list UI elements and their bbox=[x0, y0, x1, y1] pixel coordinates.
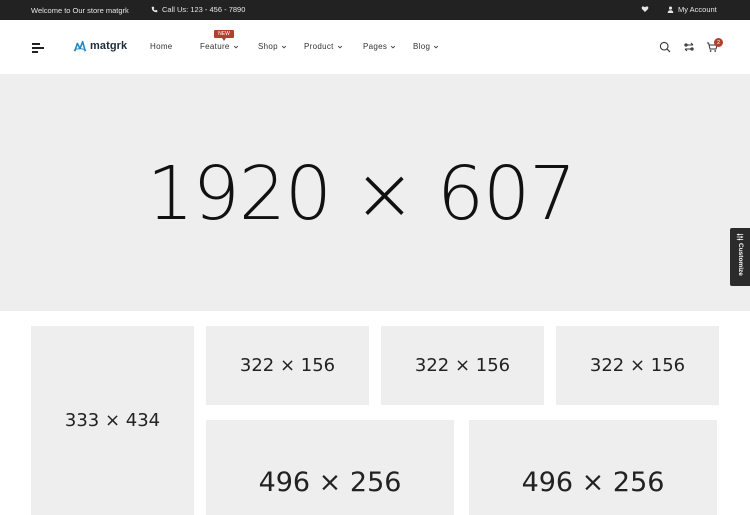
logo-icon bbox=[73, 40, 87, 52]
chevron-down-icon bbox=[281, 45, 286, 48]
new-badge: NEW bbox=[214, 30, 234, 41]
search-icon[interactable] bbox=[659, 41, 671, 53]
nav-product[interactable]: Product bbox=[304, 42, 343, 51]
welcome-text: Welcome to Our store matgrk bbox=[31, 6, 129, 15]
nav-home[interactable]: Home bbox=[150, 42, 173, 51]
nav-feature[interactable]: Feature bbox=[200, 42, 239, 51]
nav-pages-label: Pages bbox=[363, 42, 388, 51]
main-header: matgrk Home Feature Shop Product Pages B… bbox=[0, 20, 750, 74]
hero-banner[interactable]: 1920 × 607 bbox=[0, 74, 750, 311]
sliders-icon bbox=[736, 233, 744, 241]
customize-label: Customize bbox=[737, 243, 744, 276]
compare-icon[interactable] bbox=[683, 41, 695, 53]
banner-small-2[interactable]: 322 × 156 bbox=[381, 326, 544, 405]
banner-placeholder-text: 333 × 434 bbox=[64, 410, 161, 431]
my-account-link[interactable]: My Account bbox=[667, 5, 717, 14]
banner-small-3[interactable]: 322 × 156 bbox=[556, 326, 719, 405]
banner-placeholder-text: 322 × 156 bbox=[414, 355, 511, 376]
logo-text: matgrk bbox=[90, 40, 128, 52]
hero-placeholder-text: 1920 × 607 bbox=[146, 150, 577, 237]
banner-placeholder-text: 496 × 256 bbox=[258, 467, 402, 498]
banner-placeholder-text: 322 × 156 bbox=[589, 355, 686, 376]
banner-wide-1[interactable]: 496 × 256 bbox=[206, 420, 454, 515]
banner-small-1[interactable]: 322 × 156 bbox=[206, 326, 369, 405]
banner-large[interactable]: 333 × 434 bbox=[31, 326, 194, 515]
nav-feature-label: Feature bbox=[200, 42, 230, 51]
phone-icon bbox=[151, 6, 158, 13]
chevron-down-icon bbox=[337, 45, 342, 48]
chevron-down-icon bbox=[391, 45, 396, 48]
nav-shop[interactable]: Shop bbox=[258, 42, 287, 51]
top-bar: Welcome to Our store matgrk Call Us: 123… bbox=[0, 0, 750, 20]
menu-icon[interactable] bbox=[32, 43, 44, 53]
nav-blog-label: Blog bbox=[413, 42, 431, 51]
logo[interactable]: matgrk bbox=[73, 39, 127, 53]
cart-count-badge: 2 bbox=[714, 38, 723, 47]
banner-placeholder-text: 322 × 156 bbox=[239, 355, 336, 376]
heart-icon bbox=[641, 6, 649, 13]
phone-link[interactable]: Call Us: 123 - 456 - 7890 bbox=[151, 5, 245, 14]
wishlist-link[interactable] bbox=[641, 5, 649, 15]
my-account-text: My Account bbox=[678, 5, 717, 14]
customize-tab[interactable]: Customize bbox=[730, 228, 750, 286]
chevron-down-icon bbox=[233, 45, 238, 48]
banner-wide-2[interactable]: 496 × 256 bbox=[469, 420, 717, 515]
chevron-down-icon bbox=[434, 45, 439, 48]
banner-placeholder-text: 496 × 256 bbox=[521, 467, 665, 498]
user-icon bbox=[667, 6, 674, 13]
nav-blog[interactable]: Blog bbox=[413, 42, 439, 51]
nav-product-label: Product bbox=[304, 42, 334, 51]
nav-shop-label: Shop bbox=[258, 42, 278, 51]
nav-home-label: Home bbox=[150, 42, 173, 51]
phone-text: Call Us: 123 - 456 - 7890 bbox=[162, 5, 246, 14]
nav-pages[interactable]: Pages bbox=[363, 42, 396, 51]
